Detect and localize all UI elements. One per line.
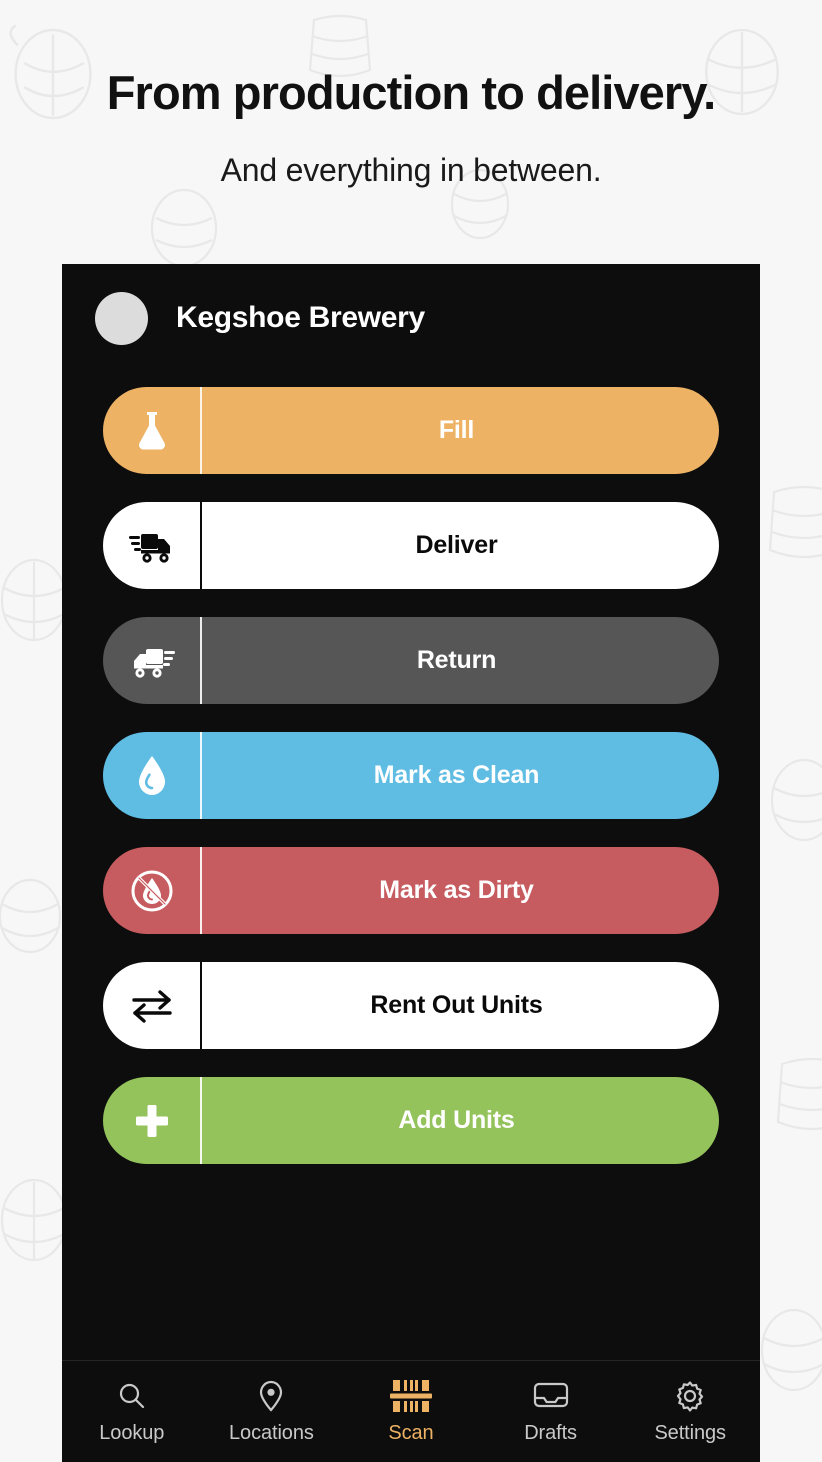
tab-scan-label: Scan	[388, 1421, 434, 1444]
return-label: Return	[416, 646, 497, 674]
tab-locations[interactable]: Locations	[202, 1361, 342, 1462]
mark-as-clean-button[interactable]: Mark as Clean	[103, 732, 719, 819]
rent-out-units-button[interactable]: Rent Out Units	[103, 962, 719, 1049]
mark-as-dirty-label: Mark as Dirty	[379, 876, 534, 904]
action-list: Fill Deliver Return Mark as Clean Mark a…	[62, 372, 760, 1164]
organization-name: Kegshoe Brewery	[176, 301, 425, 334]
search-icon	[117, 1379, 147, 1413]
add-units-button[interactable]: Add Units	[103, 1077, 719, 1164]
flask-icon	[103, 387, 200, 474]
drop-slash-icon	[103, 847, 200, 934]
gear-icon	[674, 1379, 706, 1413]
inbox-icon	[533, 1379, 569, 1413]
water-drop-icon	[103, 732, 200, 819]
deliver-button[interactable]: Deliver	[103, 502, 719, 589]
phone-mockup: Kegshoe Brewery Fill Deliver Return Mark…	[62, 264, 760, 1462]
map-pin-icon	[258, 1379, 284, 1413]
page-subtitle: And everything in between.	[220, 152, 602, 189]
tab-settings-label: Settings	[654, 1421, 726, 1444]
avatar	[95, 291, 148, 345]
tab-drafts[interactable]: Drafts	[481, 1361, 621, 1462]
tab-locations-label: Locations	[229, 1421, 314, 1444]
tab-scan[interactable]: Scan	[341, 1361, 481, 1462]
plus-icon	[103, 1077, 200, 1164]
tab-settings[interactable]: Settings	[620, 1361, 760, 1462]
return-button[interactable]: Return	[103, 617, 719, 704]
hero-section: From production to delivery. And everyth…	[0, 0, 822, 189]
add-units-label: Add Units	[398, 1106, 515, 1134]
tab-drafts-label: Drafts	[524, 1421, 577, 1444]
exchange-icon	[103, 962, 200, 1049]
tab-lookup[interactable]: Lookup	[62, 1361, 202, 1462]
fill-label: Fill	[438, 416, 475, 444]
tab-lookup-label: Lookup	[99, 1421, 165, 1444]
deliver-label: Deliver	[415, 531, 498, 559]
mark-as-clean-label: Mark as Clean	[373, 761, 540, 789]
barcode-icon	[389, 1379, 433, 1413]
page-title: From production to delivery.	[106, 66, 716, 119]
mark-as-dirty-button[interactable]: Mark as Dirty	[103, 847, 719, 934]
truck-right-icon	[103, 502, 200, 589]
app-header: Kegshoe Brewery	[62, 264, 760, 372]
truck-left-icon	[103, 617, 200, 704]
fill-button[interactable]: Fill	[103, 387, 719, 474]
bottom-tab-bar: Lookup Locations Scan Drafts Settings	[62, 1360, 760, 1462]
rent-out-units-label: Rent Out Units	[370, 991, 543, 1019]
